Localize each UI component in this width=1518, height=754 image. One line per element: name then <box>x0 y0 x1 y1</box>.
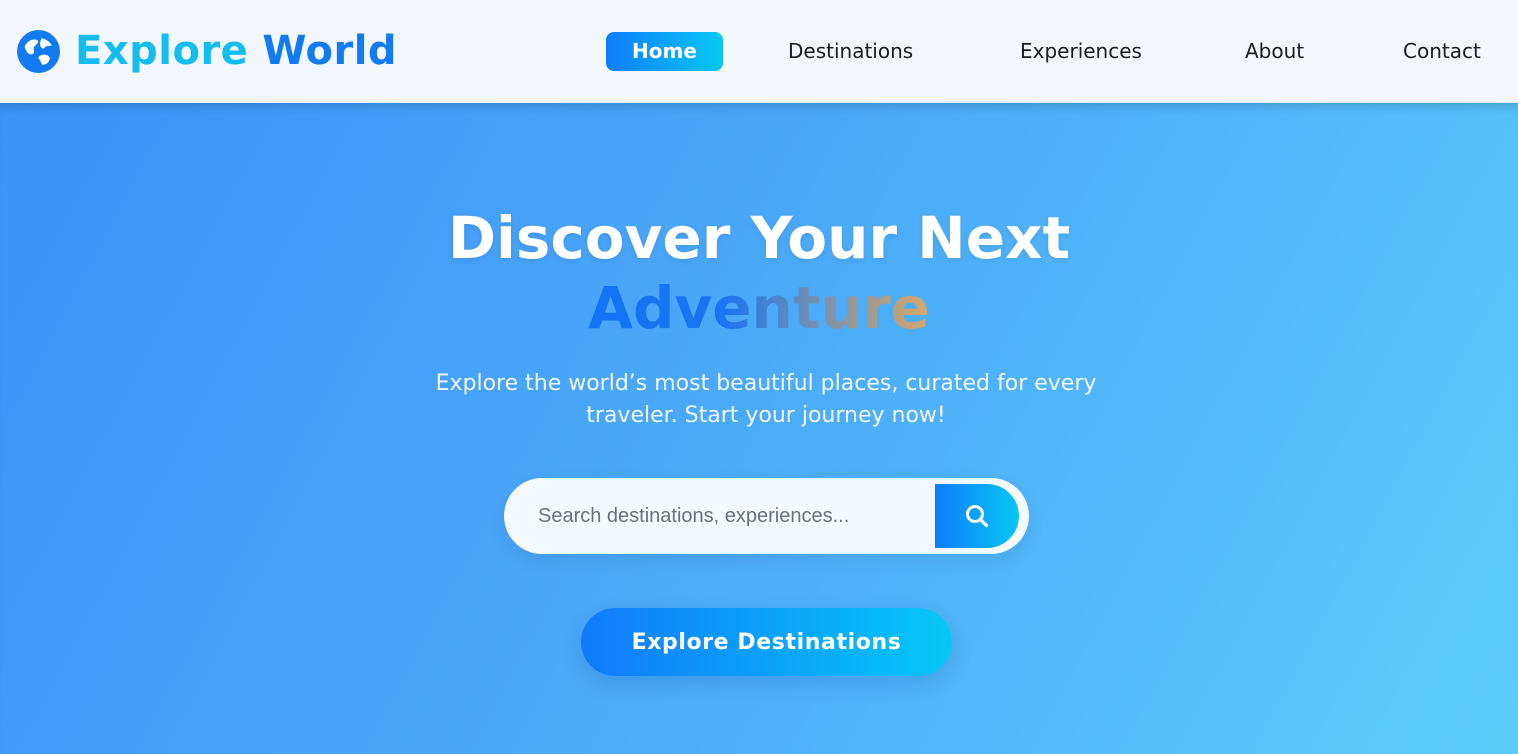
brand-logo[interactable]: Explore World <box>16 26 397 76</box>
site-header: Explore World Home Destinations Experienc… <box>0 0 1518 103</box>
brand-word-world: World <box>262 28 398 74</box>
hero-subtitle: Explore the world’s most beautiful place… <box>435 371 1097 428</box>
hero-section: Discover Your Next Adventure Explore the… <box>0 103 1518 754</box>
hero-title: Discover Your Next <box>447 204 1071 272</box>
hero-title-highlight-text: Adventure <box>588 274 930 342</box>
nav-home[interactable]: Home <box>606 32 723 71</box>
search-button[interactable] <box>935 484 1019 548</box>
hero-title-highlight: Adventure <box>0 273 1518 343</box>
brand-name: Explore World <box>75 26 397 76</box>
search-input[interactable] <box>538 496 918 536</box>
search-icon <box>966 505 989 528</box>
globe-icon <box>17 29 60 73</box>
nav-experiences[interactable]: Experiences <box>1020 32 1142 71</box>
nav-destinations[interactable]: Destinations <box>788 32 913 71</box>
search-bar <box>504 478 1029 554</box>
explore-destinations-button[interactable]: Explore Destinations <box>581 608 952 676</box>
nav-contact[interactable]: Contact <box>1403 32 1481 71</box>
brand-word-explore: Explore <box>75 28 249 74</box>
nav-about[interactable]: About <box>1245 32 1304 71</box>
